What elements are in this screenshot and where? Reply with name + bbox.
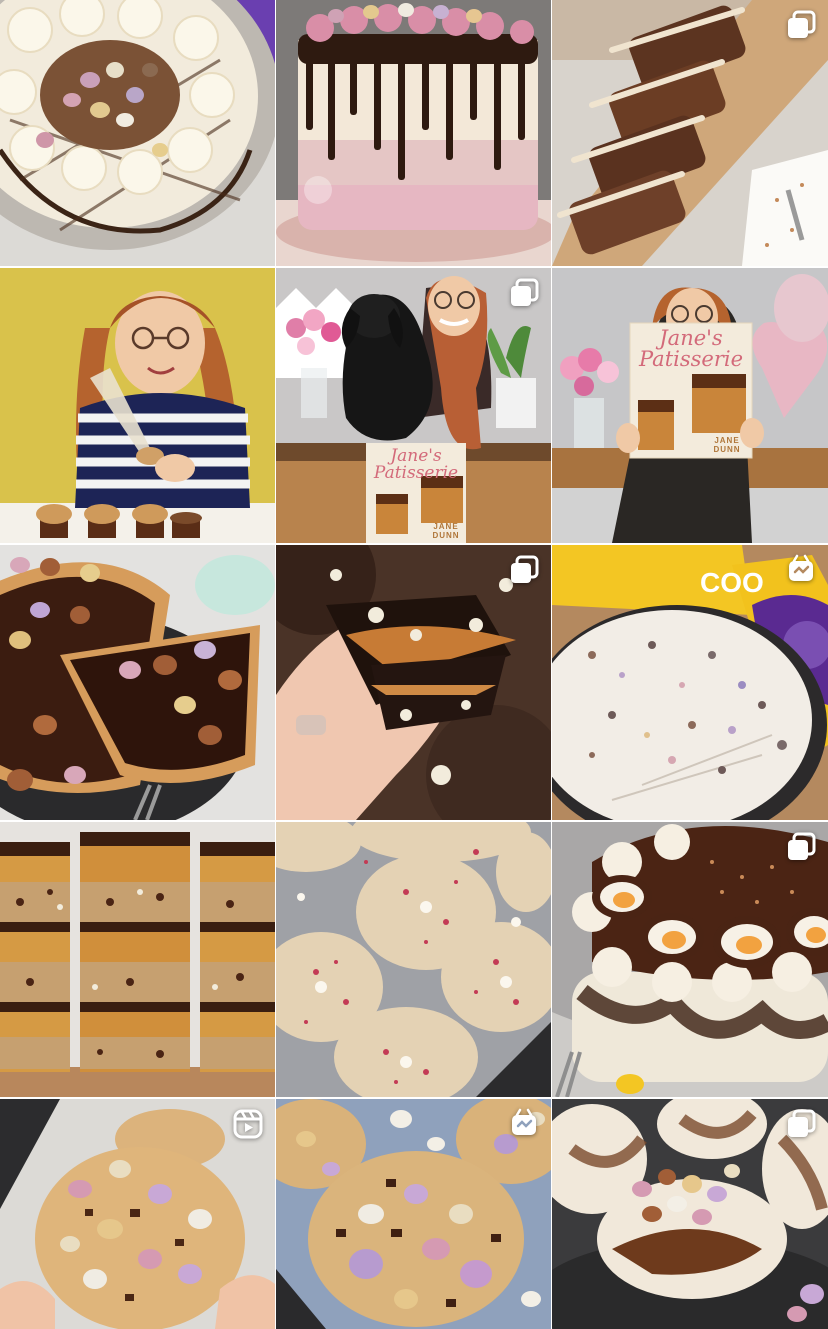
carousel-icon: [507, 276, 541, 310]
book-cover-author: JANE DUNN: [432, 522, 460, 540]
carousel-icon: [784, 8, 818, 42]
post-image: [0, 0, 275, 266]
post-tile-egg-tart[interactable]: [0, 545, 275, 820]
post-tile-creme-egg-cheesecake[interactable]: [552, 822, 828, 1097]
reel-icon: [231, 1107, 265, 1141]
carousel-icon: [507, 553, 541, 587]
post-image: [276, 822, 551, 1097]
carousel-icon: [784, 1107, 818, 1141]
post-image: [276, 0, 551, 266]
post-tile-mini-egg-cookie[interactable]: [0, 1099, 275, 1329]
post-tile-millionaire-bars[interactable]: [0, 822, 275, 1097]
clip-icon: [784, 553, 818, 587]
post-tile-mini-egg-cheesecake-top[interactable]: COO: [552, 545, 828, 820]
book-cover-title: Jane's Patisserie: [373, 446, 459, 483]
post-tile-mini-egg-cheesecake[interactable]: [0, 0, 275, 266]
post-tile-raspberry-cookies[interactable]: [276, 822, 551, 1097]
post-tile-pink-drip-cake[interactable]: [276, 0, 551, 266]
post-image: [0, 268, 275, 543]
profile-post-grid: Jane's Patisserie JANE DUNN Jane's Patis…: [0, 0, 828, 1329]
post-tile-piping-cupcakes[interactable]: [0, 268, 275, 543]
post-image: [0, 822, 275, 1097]
book-cover-author: JANE DUNN: [713, 436, 741, 454]
post-image: [0, 545, 275, 820]
carousel-icon: [784, 830, 818, 864]
post-tile-mini-egg-cookies[interactable]: [276, 1099, 551, 1329]
post-tile-book-balloon[interactable]: Jane's Patisserie JANE DUNN: [552, 268, 828, 543]
book-cover-title: Jane's Patisserie: [638, 326, 744, 371]
packaging-text: COO: [700, 567, 764, 598]
post-image: [552, 268, 828, 543]
post-tile-loaf-cake-slices[interactable]: [552, 0, 828, 266]
post-tile-puppy-book[interactable]: Jane's Patisserie JANE DUNN: [276, 268, 551, 543]
post-tile-pavlova[interactable]: [552, 1099, 828, 1329]
clip-icon: [507, 1107, 541, 1141]
post-tile-stuffed-cookie[interactable]: [276, 545, 551, 820]
